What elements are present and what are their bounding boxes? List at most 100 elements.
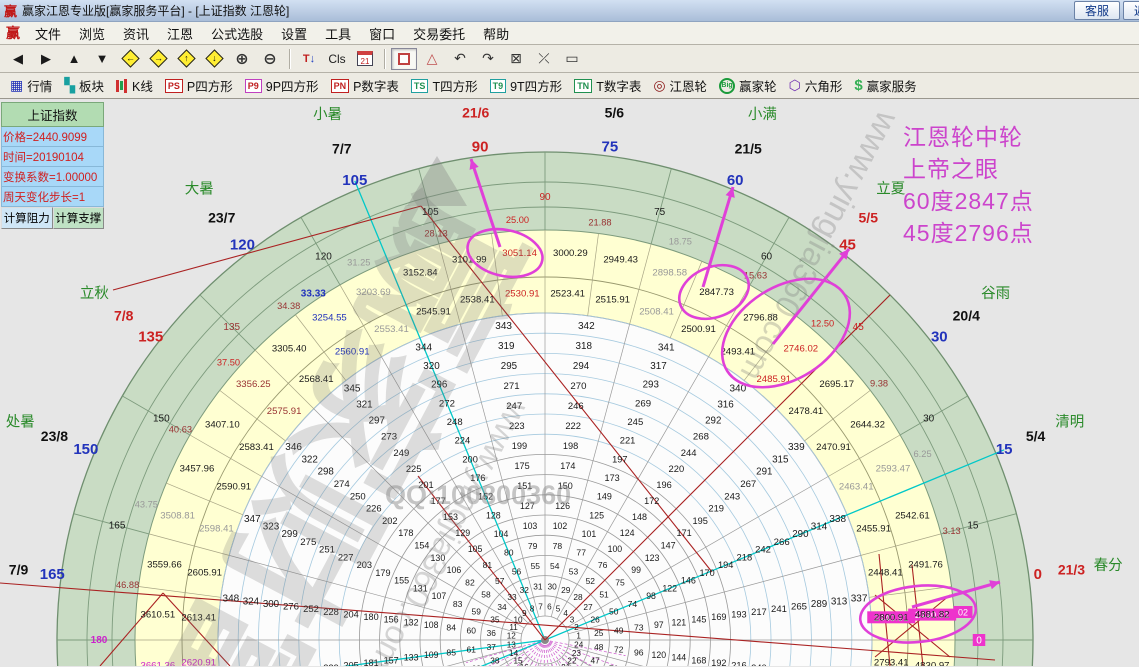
svg-text:173: 173 [605, 473, 620, 483]
menu-江恩[interactable]: 江恩 [158, 22, 202, 45]
svg-text:40.63: 40.63 [169, 425, 192, 435]
back-arrow-icon[interactable]: ◀ [5, 48, 31, 70]
t-table-button[interactable]: TN T数字表 [574, 76, 641, 95]
p-table-button[interactable]: PN P数字表 [330, 76, 399, 95]
calc-support-button[interactable]: 计算支撑 [52, 207, 104, 229]
svg-text:31: 31 [533, 581, 543, 591]
menu-窗口[interactable]: 窗口 [360, 22, 404, 45]
svg-text:144: 144 [671, 653, 686, 663]
up-arrow-icon[interactable]: ▲ [61, 48, 87, 70]
toolbar-label: 赢家服务 [866, 80, 917, 94]
menu-设置[interactable]: 设置 [272, 22, 316, 45]
pan-left-icon[interactable]: ← [117, 48, 143, 70]
svg-text:81: 81 [483, 560, 493, 570]
svg-text:26: 26 [590, 614, 600, 624]
svg-text:295: 295 [501, 361, 518, 372]
sectors-button[interactable]: ▚ 板块 [64, 76, 104, 95]
svg-text:37: 37 [487, 642, 497, 652]
menu-浏览[interactable]: 浏览 [70, 22, 114, 45]
zoom-out-icon[interactable]: ⊖ [257, 48, 283, 70]
expand-box-icon[interactable]: ⊠ [503, 48, 529, 70]
menu-工具[interactable]: 工具 [316, 22, 360, 45]
svg-text:271: 271 [504, 381, 520, 392]
calc-resistance-button[interactable]: 计算阻力 [1, 207, 53, 229]
svg-text:15: 15 [967, 520, 979, 531]
p-square-button[interactable]: PS P四方形 [164, 76, 233, 95]
9t-square-button[interactable]: T9 9T四方形 [489, 76, 562, 95]
svg-text:124: 124 [620, 528, 635, 538]
svg-text:2515.91: 2515.91 [595, 295, 630, 306]
menu-公式选股[interactable]: 公式选股 [202, 22, 272, 45]
svg-text:34: 34 [497, 602, 507, 612]
svg-text:2593.47: 2593.47 [876, 463, 911, 474]
toolbar-label: 六角形 [804, 80, 843, 94]
kline-button[interactable]: K线 [116, 76, 153, 95]
svg-text:02: 02 [958, 608, 968, 618]
svg-text:2455.91: 2455.91 [856, 523, 891, 534]
svg-text:241: 241 [771, 604, 787, 615]
cls-button[interactable]: Cls [324, 48, 350, 70]
toolbar-label: 9P四方形 [265, 80, 319, 94]
pan-up-icon[interactable]: ↑ [173, 48, 199, 70]
t-square-button[interactable]: TS T四方形 [410, 76, 478, 95]
svg-text:218: 218 [737, 552, 753, 562]
square-tool-icon[interactable] [391, 47, 417, 70]
svg-text:74: 74 [628, 599, 638, 609]
badge-icon: PS [164, 78, 183, 93]
hexagon-button[interactable]: ⬡ 六角形 [789, 76, 843, 95]
svg-text:53: 53 [569, 566, 579, 576]
menu-交易委托[interactable]: 交易委托 [404, 22, 474, 45]
svg-text:267: 267 [740, 479, 756, 490]
svg-text:268: 268 [693, 432, 709, 443]
screen-icon[interactable]: ▭ [559, 48, 585, 70]
winner-service-button[interactable]: $ 赢家服务 [854, 76, 916, 95]
big-wheel-icon: Big [719, 77, 736, 94]
menu-资讯[interactable]: 资讯 [114, 22, 158, 45]
pan-right-icon[interactable]: → [145, 48, 171, 70]
gann-wheel-button[interactable]: ◎ 江恩轮 [653, 76, 707, 95]
toolbar-label: K线 [132, 80, 153, 94]
svg-text:313: 313 [831, 596, 848, 607]
rotate-cw-icon[interactable]: ↷ [475, 48, 501, 70]
zoom-in-icon[interactable]: ⊕ [229, 48, 255, 70]
svg-text:24: 24 [574, 640, 584, 649]
svg-text:22: 22 [567, 657, 577, 666]
annotation-line: 60度2847点 [903, 188, 1034, 214]
svg-text:35: 35 [490, 614, 500, 624]
svg-text:122: 122 [662, 583, 677, 593]
menu-帮助[interactable]: 帮助 [474, 22, 518, 45]
table-icon: ▦ [10, 77, 24, 93]
svg-text:2463.41: 2463.41 [839, 482, 874, 493]
t-updown-icon[interactable]: T↓ [296, 48, 322, 70]
svg-text:174: 174 [560, 461, 575, 471]
svg-text:55: 55 [531, 561, 541, 571]
shrink-icon[interactable]: ⤫ [531, 48, 557, 70]
winner-wheel-button[interactable]: Big 赢家轮 [719, 76, 777, 95]
customer-service-button[interactable]: 客服 [1073, 1, 1120, 20]
toolbar-label: T四方形 [432, 80, 478, 94]
svg-text:2793.41: 2793.41 [874, 658, 909, 666]
clipped-titlebar-button[interactable]: 返回 [1122, 1, 1139, 20]
menu-文件[interactable]: 文件 [26, 22, 70, 45]
svg-text:51: 51 [599, 590, 609, 600]
calendar-icon[interactable]: 21 [352, 48, 378, 70]
toolbar-separator [289, 48, 290, 69]
down-arrow-icon[interactable]: ▼ [89, 48, 115, 70]
triangle-tool-icon[interactable]: △ [419, 48, 445, 70]
svg-text:221: 221 [620, 436, 636, 446]
svg-text:120: 120 [652, 650, 667, 660]
svg-text:21.88: 21.88 [588, 218, 611, 228]
svg-text:33.33: 33.33 [301, 288, 326, 299]
svg-text:1: 1 [576, 632, 581, 641]
svg-text:175: 175 [515, 461, 530, 471]
9p-square-button[interactable]: P9 9P四方形 [244, 76, 319, 95]
forward-arrow-icon[interactable]: ▶ [33, 48, 59, 70]
svg-text:18.75: 18.75 [669, 236, 692, 246]
svg-text:150: 150 [73, 441, 98, 458]
quotes-button[interactable]: ▦ 行情 [10, 76, 52, 95]
rotate-ccw-icon[interactable]: ↶ [447, 48, 473, 70]
toolbar-label: 江恩轮 [669, 80, 708, 94]
svg-text:9.38: 9.38 [870, 379, 888, 389]
pan-down-icon[interactable]: ↓ [201, 48, 227, 70]
svg-text:105: 105 [342, 172, 367, 189]
